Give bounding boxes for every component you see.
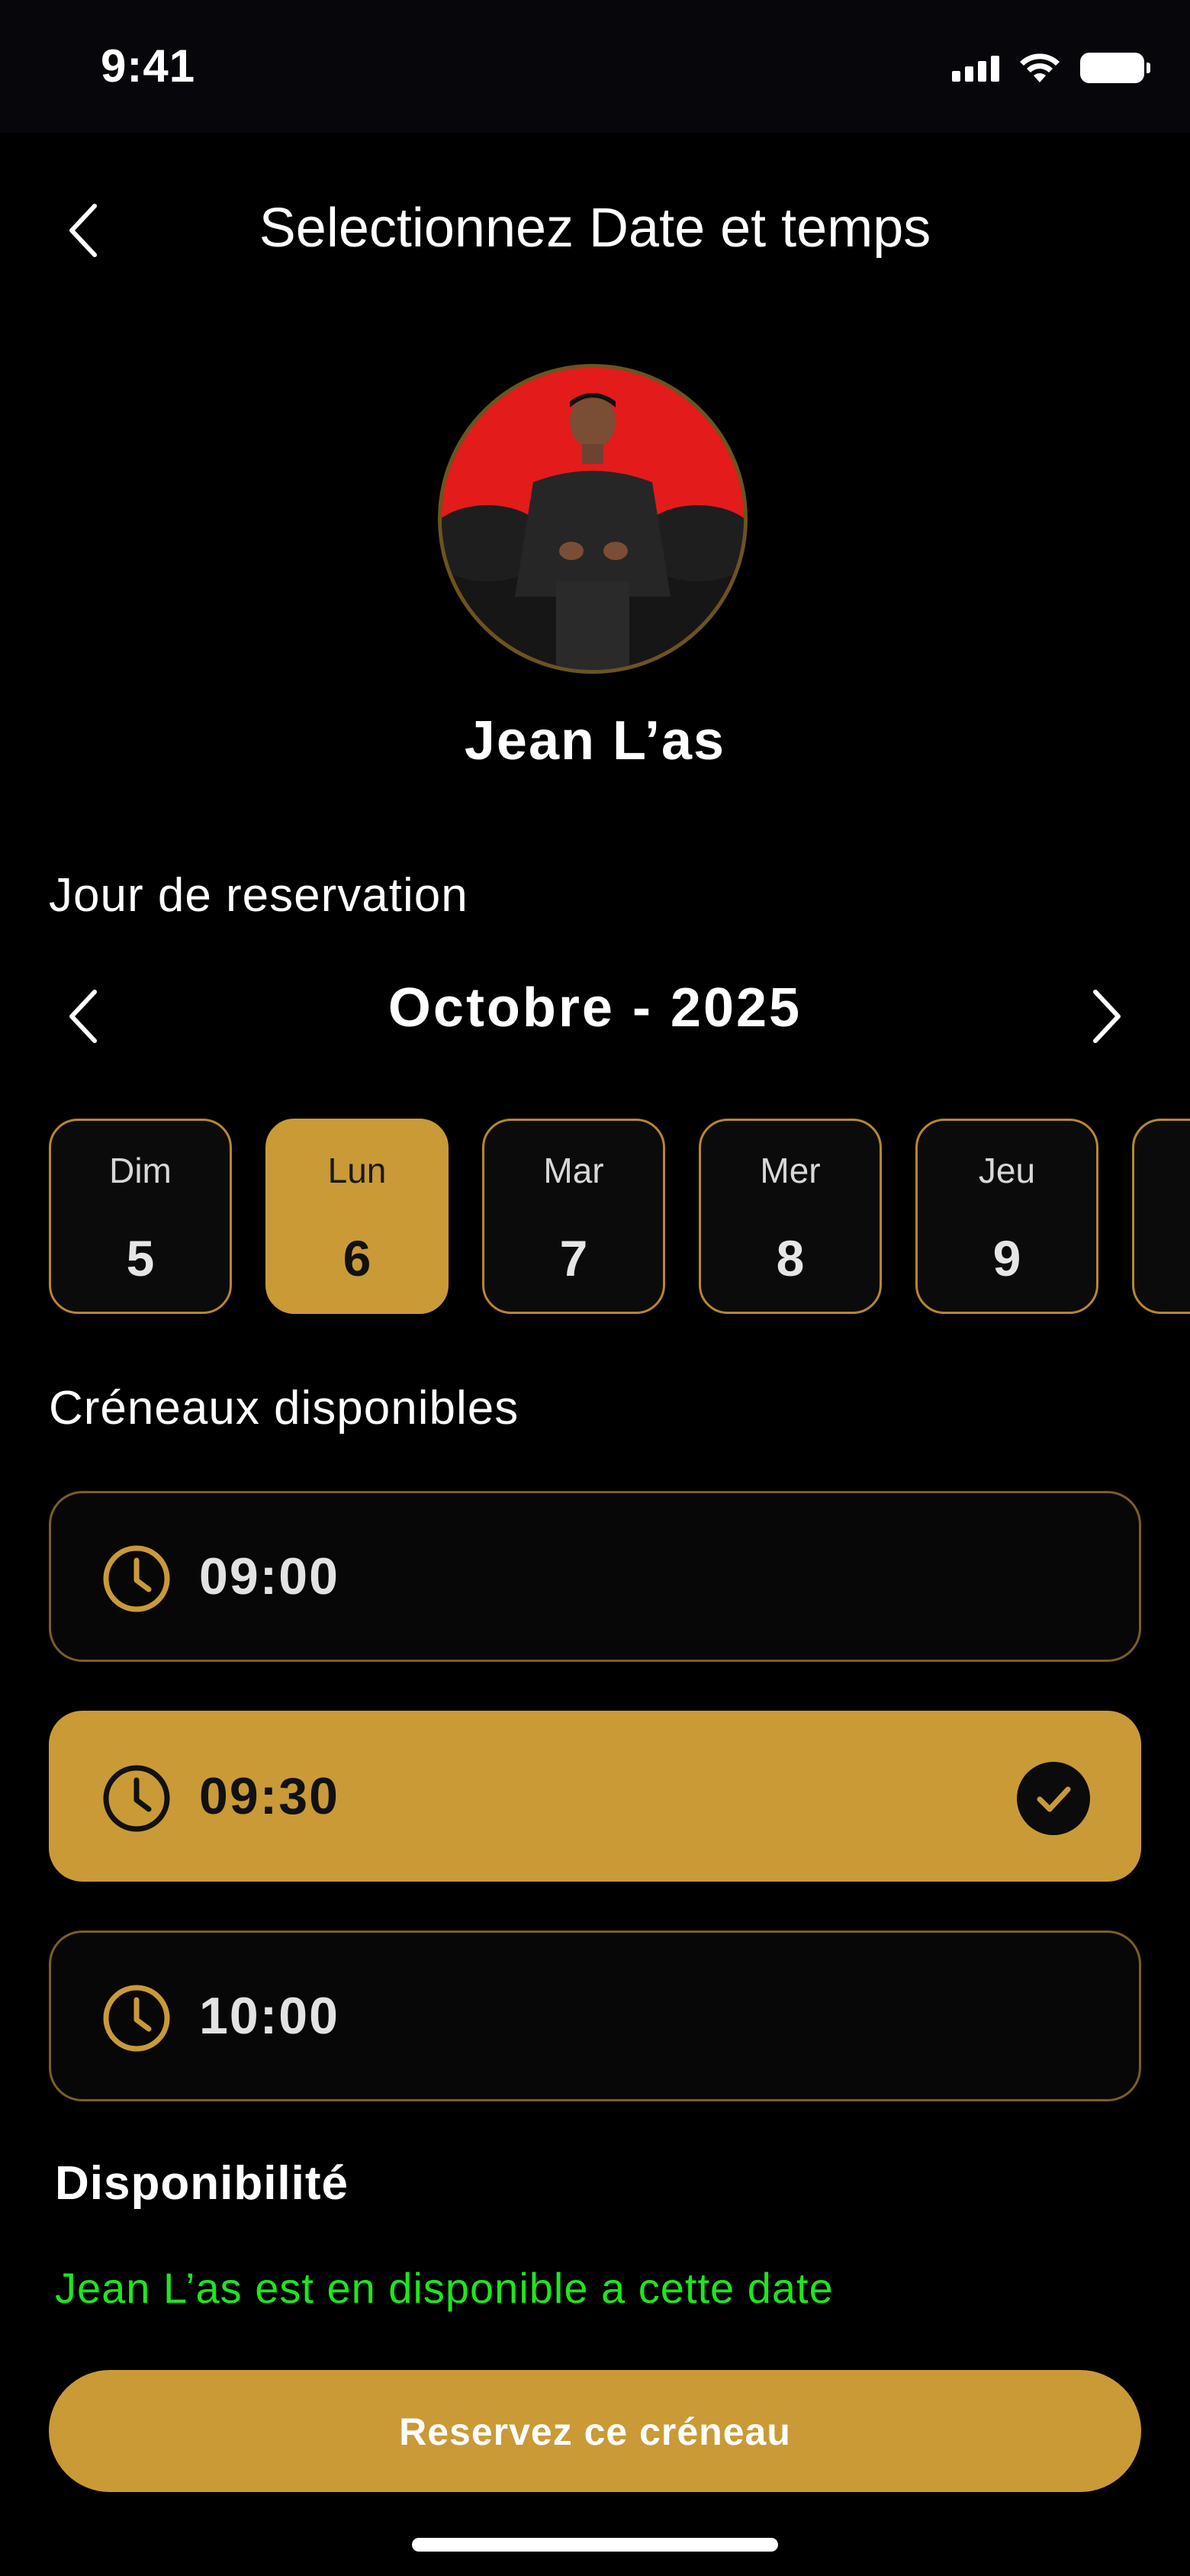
day-number: 8 xyxy=(776,1230,805,1286)
day-card[interactable]: Dim 5 xyxy=(49,1119,232,1314)
status-time: 9:41 xyxy=(101,40,196,92)
day-number: 9 xyxy=(992,1230,1021,1286)
day-card[interactable]: Mar 7 xyxy=(482,1119,665,1314)
day-number: 6 xyxy=(343,1230,371,1286)
day-name: Jeu xyxy=(978,1151,1036,1190)
clock-icon xyxy=(103,1985,170,2052)
reservation-day-label: Jour de reservation xyxy=(49,869,468,922)
wifi-icon xyxy=(1020,53,1060,82)
day-name: Mar xyxy=(543,1151,604,1190)
day-name: Lun xyxy=(327,1151,387,1190)
day-card[interactable]: Mer 8 xyxy=(699,1119,882,1314)
availability-title: Disponibilité xyxy=(55,2157,349,2210)
slots-label: Créneaux disponibles xyxy=(49,1382,519,1435)
day-name: Dim xyxy=(109,1151,172,1190)
status-bar: 9:41 xyxy=(0,0,1190,133)
clock-icon xyxy=(103,1545,170,1612)
page-title: Selectionnez Date et temps xyxy=(259,198,931,259)
battery-icon xyxy=(1080,53,1150,83)
day-card[interactable]: Jeu 9 xyxy=(915,1119,1098,1314)
slot-time: 10:00 xyxy=(199,1987,339,2045)
month-title: Octobre - 2025 xyxy=(388,977,802,1038)
time-slot[interactable]: 10:00 xyxy=(49,1930,1141,2101)
availability-message: Jean L’as est en disponible a cette date xyxy=(55,2264,834,2312)
avatar xyxy=(438,364,748,674)
day-number: 5 xyxy=(126,1230,155,1286)
time-slot-selected[interactable]: 09:30 xyxy=(49,1711,1141,1882)
next-month-icon[interactable] xyxy=(1083,986,1129,1047)
status-icons xyxy=(952,52,1150,84)
day-number: 7 xyxy=(559,1230,588,1286)
home-indicator xyxy=(412,2538,778,2552)
book-slot-button[interactable]: Reservez ce créneau xyxy=(49,2370,1141,2492)
slot-time: 09:00 xyxy=(199,1547,339,1605)
day-card-partial[interactable] xyxy=(1132,1119,1190,1314)
month-navigator: Octobre - 2025 xyxy=(0,977,1190,1053)
time-slot[interactable]: 09:00 xyxy=(49,1491,1141,1662)
day-name: Mer xyxy=(760,1151,821,1190)
clock-icon xyxy=(103,1765,170,1832)
day-picker: Dim 5 Lun 6 Mar 7 Mer 8 Jeu 9 xyxy=(49,1119,1190,1317)
profile-name: Jean L’as xyxy=(464,710,726,771)
check-icon xyxy=(1017,1762,1090,1835)
signal-icon xyxy=(952,54,999,82)
avatar-image xyxy=(442,368,744,670)
slot-time: 09:30 xyxy=(199,1767,339,1825)
day-card-selected[interactable]: Lun 6 xyxy=(265,1119,449,1314)
